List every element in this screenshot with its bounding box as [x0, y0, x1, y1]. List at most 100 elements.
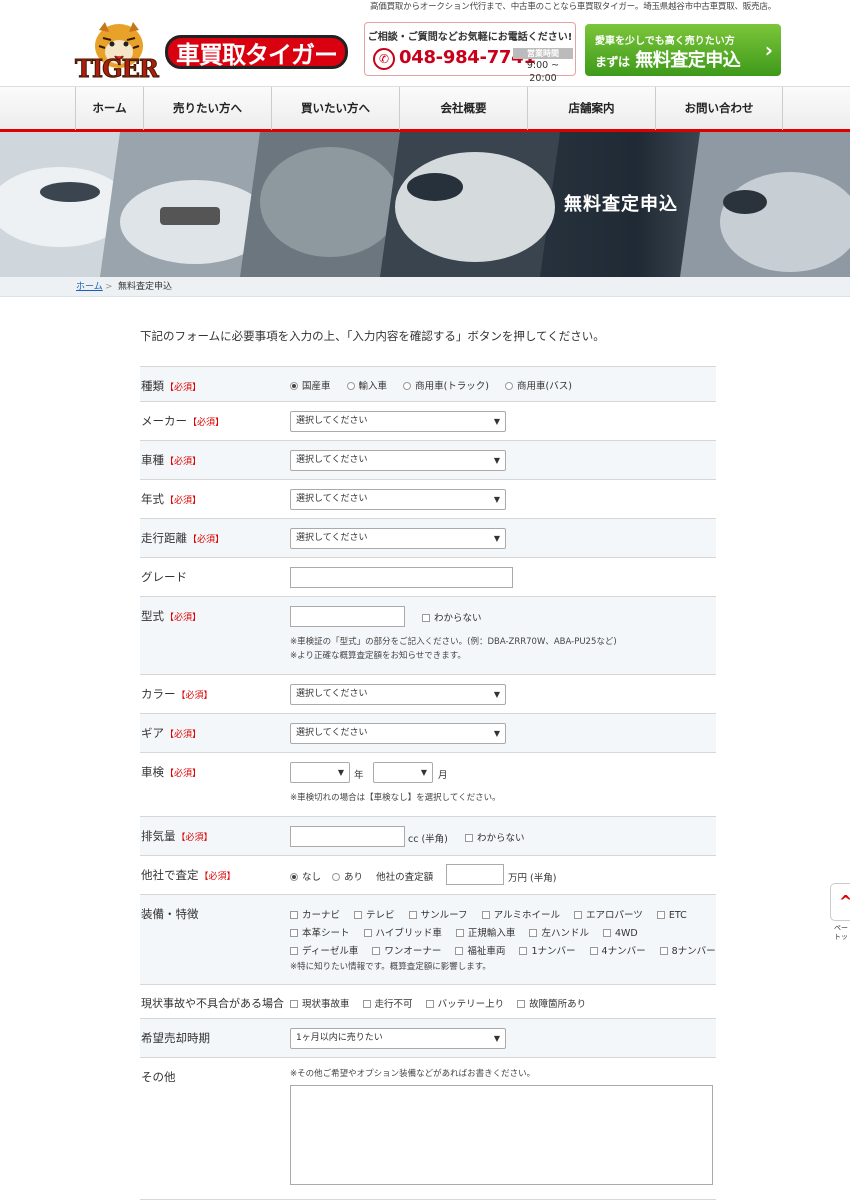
timing-select[interactable]: 1ヶ月以内に売りたい ▼	[290, 1028, 506, 1049]
logo-text: 車買取タイガー	[165, 35, 348, 69]
accident-label: 現状事故や不具合がある場合	[141, 997, 284, 1010]
chevron-down-icon: ▼	[493, 495, 500, 504]
form-intro: 下記のフォームに必要事項を入力の上、「入力内容を確認する」ボタンを押してください…	[140, 329, 605, 343]
row-other-appraisal: 他社で査定【必須】 なし あり 他社の査定額 万円 (半角)	[140, 855, 716, 894]
equipment-note: ※特に知りたい情報です。概算査定額に影響します。	[290, 962, 491, 972]
timing-label: 希望売却時期	[141, 1031, 210, 1045]
hero-title: 無料査定申込	[564, 194, 678, 215]
equip-1-number-checkbox[interactable]: 1ナンバー	[519, 943, 576, 957]
model-select[interactable]: 選択してください ▼	[290, 450, 506, 471]
gear-select[interactable]: 選択してください ▼	[290, 723, 506, 744]
maker-select[interactable]: 選択してください ▼	[290, 411, 506, 432]
row-type: 種類【必須】 国産車 輸入車 商用車(トラック) 商用車(バス)	[140, 366, 716, 401]
equip-official-import-checkbox[interactable]: 正規輸入車	[455, 925, 515, 939]
type-radio-import[interactable]: 輸入車	[346, 378, 387, 392]
type-radio-truck[interactable]: 商用車(トラック)	[403, 378, 489, 392]
katashiki-unknown-checkbox[interactable]: わからない	[422, 610, 482, 624]
katashiki-input[interactable]	[290, 606, 405, 627]
shaken-month-unit: 月	[438, 770, 448, 781]
year-label: 年式【必須】	[141, 492, 202, 506]
equip-4-number-checkbox[interactable]: 4ナンバー	[589, 943, 646, 957]
hours-label: 営業時間	[513, 48, 573, 59]
logo-en: TIGER	[75, 54, 160, 84]
displacement-unknown-checkbox[interactable]: わからない	[465, 830, 525, 844]
equip-alloy-checkbox[interactable]: アルミホイール	[481, 907, 560, 921]
row-equipment: 装備・特徴 カーナビ テレビ サンルーフ アルミホイール エアロパーツ ETC …	[140, 894, 716, 984]
nav-store[interactable]: 店舗案内	[527, 87, 655, 130]
cta-main: 無料査定申込	[635, 50, 741, 71]
phone-box[interactable]: ご相談・ご質問などお気軽にお電話ください! ✆ 048-984-7741 営業時…	[364, 22, 576, 84]
chevron-down-icon: ▼	[493, 690, 500, 699]
row-timing: 希望売却時期 1ヶ月以内に売りたい ▼	[140, 1018, 716, 1057]
chevron-down-icon: ▼	[493, 534, 500, 543]
other-radio-none[interactable]: なし	[290, 869, 321, 883]
breadcrumb-separator: >	[105, 282, 113, 292]
equip-sunroof-checkbox[interactable]: サンルーフ	[408, 907, 468, 921]
shaken-year-unit: 年	[354, 770, 364, 781]
row-mileage: 走行距離【必須】 選択してください ▼	[140, 518, 716, 557]
accident-immobile-checkbox[interactable]: 走行不可	[362, 996, 413, 1010]
cta-pre: まずは	[595, 55, 630, 69]
breadcrumb: ホーム > 無料査定申込	[0, 277, 850, 297]
accident-car-checkbox[interactable]: 現状事故車	[290, 996, 350, 1010]
breadcrumb-home-link[interactable]: ホーム	[76, 277, 103, 297]
chevron-down-icon: ▼	[493, 417, 500, 426]
equip-hybrid-checkbox[interactable]: ハイブリッド車	[363, 925, 442, 939]
year-select[interactable]: 選択してください ▼	[290, 489, 506, 510]
shaken-month-select[interactable]: ▼	[373, 762, 433, 783]
nav-home[interactable]: ホーム	[75, 87, 143, 130]
nav-company[interactable]: 会社概要	[399, 87, 527, 130]
cta-line1: 愛車を少しでも高く売りたい方	[595, 36, 735, 47]
mileage-select[interactable]: 選択してください ▼	[290, 528, 506, 549]
equip-4wd-checkbox[interactable]: 4WD	[602, 928, 638, 939]
chevron-down-icon: ▼	[420, 768, 427, 777]
nav-buy[interactable]: 買いたい方へ	[271, 87, 399, 130]
nav-sell[interactable]: 売りたい方へ	[143, 87, 271, 130]
other-radio-yes[interactable]: あり	[332, 869, 363, 883]
equip-one-owner-checkbox[interactable]: ワンオーナー	[372, 943, 441, 957]
equip-tv-checkbox[interactable]: テレビ	[354, 907, 395, 921]
row-year: 年式【必須】 選択してください ▼	[140, 479, 716, 518]
chevron-down-icon: ▼	[337, 768, 344, 777]
free-appraisal-cta-button[interactable]: 愛車を少しでも高く売りたい方 まずは 無料査定申込 ›	[585, 24, 781, 76]
chevron-down-icon: ▼	[493, 456, 500, 465]
equip-welfare-checkbox[interactable]: 福祉車両	[455, 943, 505, 957]
cars-image	[0, 132, 850, 277]
equip-etc-checkbox[interactable]: ETC	[656, 910, 687, 921]
site-logo[interactable]: TIGER 車買取タイガー	[75, 18, 355, 84]
type-radio-bus[interactable]: 商用車(バス)	[505, 378, 572, 392]
other-price-input[interactable]	[446, 864, 504, 885]
equip-diesel-checkbox[interactable]: ディーゼル車	[290, 943, 358, 957]
header-tagline: 高価買取からオークション代行まで、中古車のことなら車買取タイガー。埼玉県越谷市中…	[369, 2, 776, 12]
displacement-label: 排気量【必須】	[141, 829, 213, 843]
hours-value: 9:00 ~ 20:00	[526, 60, 560, 84]
accident-checkbox-group: 現状事故車 走行不可 バッテリー上り 故障箇所あり	[290, 996, 586, 1010]
equip-aero-checkbox[interactable]: エアロパーツ	[574, 907, 643, 921]
business-hours: 営業時間 9:00 ~ 20:00	[513, 48, 573, 85]
displacement-input[interactable]	[290, 826, 405, 847]
equip-8-number-checkbox[interactable]: 8ナンバー	[659, 943, 716, 957]
other-textarea[interactable]	[290, 1085, 713, 1185]
other-price-label: 他社の査定額	[376, 872, 434, 883]
nav-contact[interactable]: お問い合わせ	[655, 87, 783, 130]
grade-input[interactable]	[290, 567, 513, 588]
accident-fault-checkbox[interactable]: 故障箇所あり	[517, 996, 586, 1010]
katashiki-note1: ※車検証の「型式」の部分をご記入ください。(例：DBA-ZRR70W、ABA-P…	[290, 637, 617, 647]
equip-navi-checkbox[interactable]: カーナビ	[290, 907, 340, 921]
row-katashiki: 型式【必須】 わからない ※車検証の「型式」の部分をご記入ください。(例：DBA…	[140, 596, 716, 674]
page-top-button[interactable]: ^	[830, 883, 850, 921]
row-grade: グレード	[140, 557, 716, 596]
equip-lhd-checkbox[interactable]: 左ハンドル	[529, 925, 589, 939]
type-label: 種類【必須】	[141, 379, 202, 393]
row-displacement: 排気量【必須】 cc (半角) わからない	[140, 816, 716, 855]
hero-banner: 無料査定申込	[0, 132, 850, 277]
phone-ask: ご相談・ご質問などお気軽にお電話ください!	[367, 32, 573, 43]
cta-line2: まずは 無料査定申込	[595, 46, 741, 72]
color-select[interactable]: 選択してください ▼	[290, 684, 506, 705]
shaken-year-select[interactable]: ▼	[290, 762, 350, 783]
accident-battery-checkbox[interactable]: バッテリー上り	[425, 996, 504, 1010]
page-top-text: ペー トッ	[834, 924, 848, 941]
type-radio-domestic[interactable]: 国産車	[290, 378, 331, 392]
row-model: 車種【必須】 選択してください ▼	[140, 440, 716, 479]
equip-leather-checkbox[interactable]: 本革シート	[290, 925, 350, 939]
